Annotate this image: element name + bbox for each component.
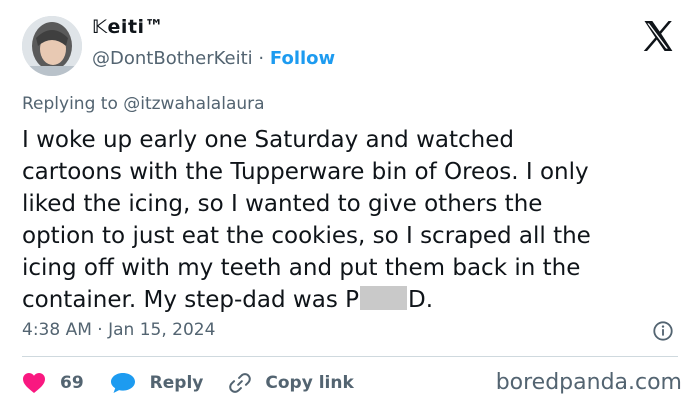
- tweet-text-line: option to just eat the cookies, so I scr…: [22, 223, 591, 249]
- author-handle[interactable]: @DontBotherKeiti: [92, 48, 253, 69]
- heart-icon: [23, 373, 45, 393]
- action-bar: 69 Reply Copy link: [22, 369, 380, 397]
- timestamp[interactable]: 4:38 AM · Jan 15, 2024: [22, 320, 215, 340]
- divider: [22, 356, 678, 357]
- tweet-text-after-redaction: D.: [407, 287, 434, 313]
- redaction-block: [359, 286, 407, 310]
- tweet-text-line: icing off with my teeth and put them bac…: [22, 255, 581, 281]
- tweet-text-line-last: container. My step-dad was P D.: [22, 284, 682, 316]
- replying-to-label: Replying to: [22, 94, 118, 114]
- avatar[interactable]: [22, 16, 82, 76]
- speech-bubble-icon: [110, 373, 135, 393]
- reply-button[interactable]: Reply: [110, 372, 204, 394]
- tweet-text-line: liked the icing, so I wanted to give oth…: [22, 191, 543, 217]
- follow-button[interactable]: Follow: [270, 48, 335, 69]
- avatar-image: [22, 16, 82, 76]
- copy-link-label: Copy link: [265, 373, 354, 393]
- tweet-text: I woke up early one Saturday and watched…: [22, 124, 682, 316]
- like-count: 69: [60, 373, 84, 393]
- watermark: boredpanda.com: [495, 370, 682, 395]
- timestamp-time[interactable]: 4:38 AM: [22, 320, 92, 340]
- replying-to-mention[interactable]: @itzwahalalaura: [123, 94, 264, 114]
- replying-to: Replying to @itzwahalalaura: [22, 94, 265, 114]
- handle-separator: ·: [258, 48, 265, 69]
- link-icon: [229, 373, 252, 393]
- timestamp-separator: ·: [97, 320, 103, 340]
- tweet-text-line: I woke up early one Saturday and watched: [22, 127, 514, 153]
- tweet-text-line: cartoons with the Tupperware bin of Oreo…: [22, 159, 589, 185]
- copy-link-button[interactable]: Copy link: [229, 372, 354, 394]
- x-logo-icon[interactable]: [640, 18, 676, 54]
- tweet-text-before-redaction: container. My step-dad was P: [22, 287, 359, 313]
- info-icon[interactable]: [652, 320, 674, 342]
- timestamp-date[interactable]: Jan 15, 2024: [108, 320, 215, 340]
- author-handle-line: @DontBotherKeiti · Follow: [92, 48, 335, 69]
- like-button[interactable]: 69: [22, 372, 84, 394]
- reply-label: Reply: [149, 373, 204, 393]
- author-display-name[interactable]: 𝕂eiti™: [92, 16, 164, 38]
